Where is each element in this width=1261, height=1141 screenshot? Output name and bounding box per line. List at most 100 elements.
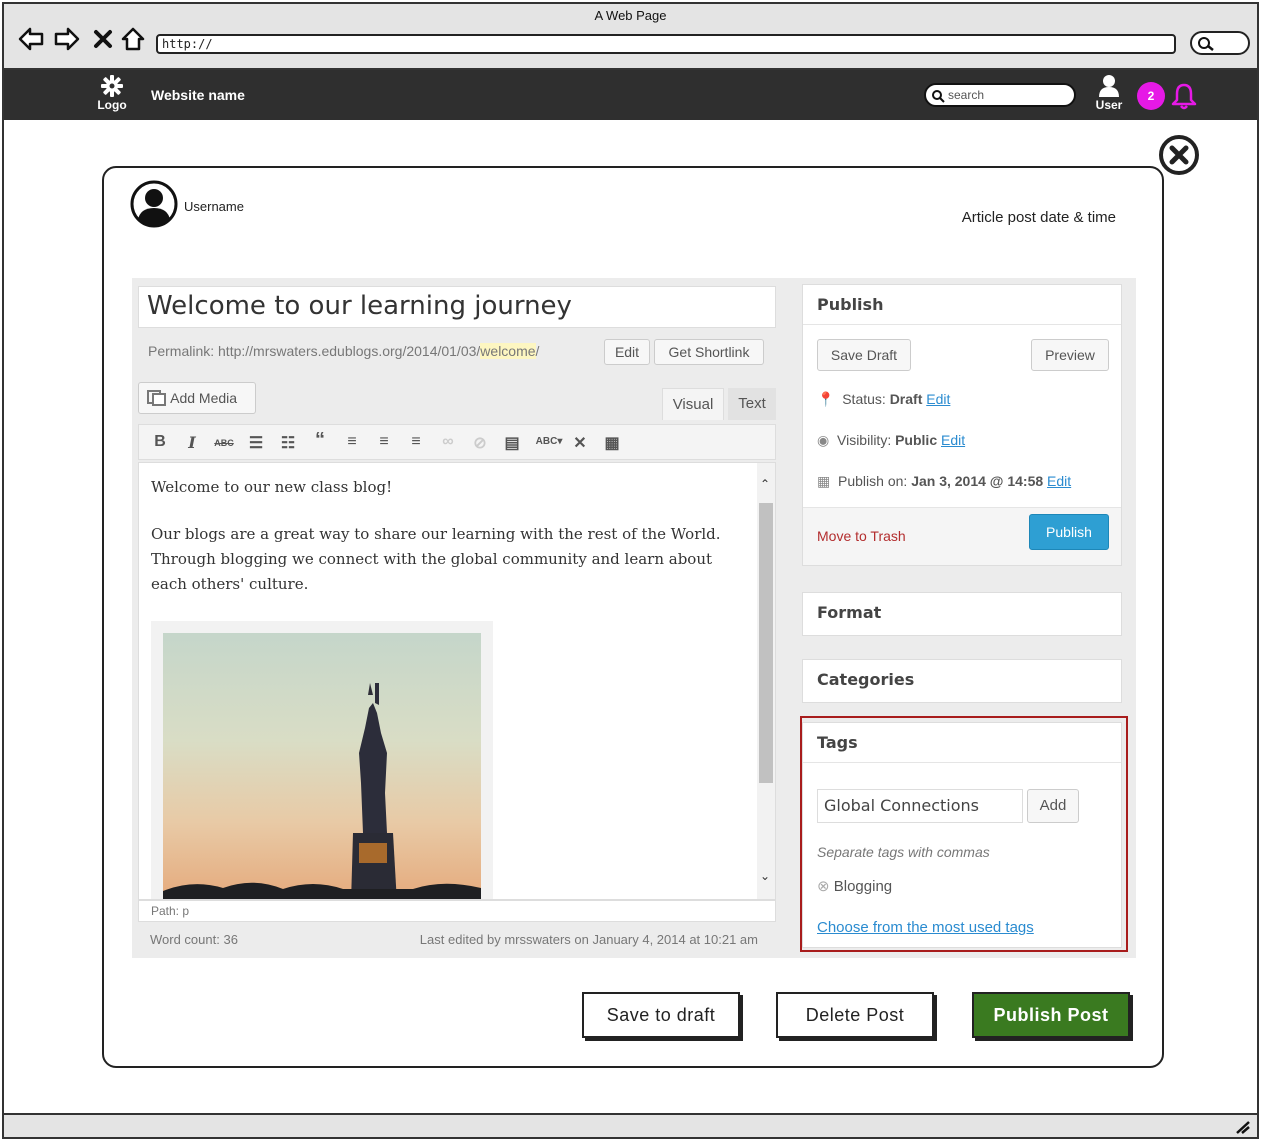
status-label: Status: [842, 391, 890, 407]
back-arrow-icon[interactable] [16, 24, 46, 54]
visibility-row: ◉ Visibility: Public Edit [817, 432, 965, 449]
visibility-value: Public [895, 432, 938, 448]
scrollbar-thumb[interactable] [759, 503, 773, 783]
search-icon [932, 90, 945, 103]
save-to-draft-button[interactable]: Save to draft [582, 992, 740, 1038]
permalink-slug[interactable]: welcome [480, 343, 536, 359]
search-icon [1198, 37, 1214, 51]
get-shortlink-button[interactable]: Get Shortlink [654, 339, 764, 365]
save-draft-button[interactable]: Save Draft [817, 339, 911, 371]
categories-header: Categories [817, 670, 915, 689]
stop-icon[interactable] [88, 24, 118, 54]
format-header: Format [817, 603, 882, 622]
status-row: 📍 Status: Draft Edit [817, 391, 950, 408]
unlink-icon[interactable]: ⊘ [469, 433, 491, 453]
publish-post-button[interactable]: Publish Post [972, 992, 1130, 1038]
kitchen-sink-icon[interactable]: ▦ [601, 433, 623, 453]
tags-highlight-box [800, 716, 1128, 952]
preview-button[interactable]: Preview [1031, 339, 1109, 371]
editor-toolbar: B I ABC ☰ ☷ “ ≡ ≡ ≡ ∞ ⊘ ▤ ABC▾ ✕ ▦ [138, 424, 776, 460]
editor-scrollbar[interactable]: ⌃ ⌄ [757, 463, 775, 899]
publish-box: Publish Save Draft Preview 📍 Status: Dra… [802, 284, 1122, 566]
link-icon[interactable]: ∞ [437, 433, 459, 451]
tab-text[interactable]: Text [728, 388, 776, 420]
edit-visibility-link[interactable]: Edit [941, 432, 965, 448]
move-to-trash-link[interactable]: Move to Trash [817, 528, 906, 544]
delete-post-button[interactable]: Delete Post [776, 992, 934, 1038]
user-menu[interactable]: User [1092, 74, 1126, 112]
editor-content[interactable]: Welcome to our new class blog! Our blogs… [138, 462, 776, 900]
post-date-label: Article post date & time [961, 209, 1116, 226]
edit-publish-date-link[interactable]: Edit [1047, 473, 1071, 489]
publish-on-label: Publish on: [838, 473, 912, 489]
editor-footer: Word count: 36 Last edited by mrsswaters… [138, 926, 776, 954]
scroll-up-icon[interactable]: ⌃ [760, 477, 770, 491]
visibility-label: Visibility: [837, 432, 896, 448]
align-center-icon[interactable]: ≡ [373, 433, 395, 451]
calendar-icon: ▦ [817, 473, 831, 489]
word-count: Word count: 36 [150, 932, 238, 947]
user-icon [1099, 75, 1119, 97]
close-icon[interactable] [1158, 134, 1200, 176]
edit-post-modal: Username Article post date & time Welcom… [102, 166, 1164, 1068]
forward-arrow-icon[interactable] [52, 24, 82, 54]
wordpress-editor-screenshot: Welcome to our learning journey Permalin… [132, 278, 1136, 958]
blockquote-icon[interactable]: “ [309, 429, 331, 452]
publish-on-row: ▦ Publish on: Jan 3, 2014 @ 14:58 Edit [817, 473, 1071, 490]
browser-search-field[interactable] [1190, 31, 1250, 55]
permalink-prefix: Permalink: http://mrswaters.edublogs.org… [148, 343, 481, 359]
site-header: Logo Website name search User 2 [4, 70, 1257, 120]
more-tag-icon[interactable]: ▤ [501, 433, 523, 453]
edit-permalink-button[interactable]: Edit [604, 339, 650, 365]
bell-icon[interactable] [1170, 82, 1198, 110]
categories-box[interactable]: Categories [802, 659, 1122, 703]
search-placeholder: search [948, 88, 985, 102]
statue-photo [163, 633, 481, 899]
permalink: Permalink: http://mrswaters.edublogs.org… [148, 343, 539, 359]
publish-header: Publish [803, 285, 1121, 325]
strikethrough-icon[interactable]: ABC [213, 438, 235, 448]
spellcheck-icon[interactable]: ABC▾ [533, 436, 565, 447]
publish-button[interactable]: Publish [1029, 514, 1109, 550]
url-input[interactable]: http:// [156, 34, 1176, 54]
notification-badge[interactable]: 2 [1137, 82, 1165, 110]
status-value: Draft [889, 391, 923, 407]
window-title: A Web Page [594, 8, 667, 23]
align-left-icon[interactable]: ≡ [341, 433, 363, 451]
editor-path: Path: p [138, 900, 776, 922]
site-name[interactable]: Website name [151, 87, 245, 103]
logo[interactable]: Logo [92, 74, 132, 112]
bullet-list-icon[interactable]: ☰ [245, 433, 267, 453]
resize-grip-icon[interactable] [1235, 1120, 1251, 1134]
logo-label: Logo [97, 98, 127, 112]
align-right-icon[interactable]: ≡ [405, 433, 427, 451]
tab-visual[interactable]: Visual [662, 388, 724, 420]
avatar [130, 180, 178, 228]
post-title-input[interactable]: Welcome to our learning journey [138, 286, 776, 328]
site-search-input[interactable]: search [924, 83, 1076, 107]
browser-chrome: A Web Page http:// [4, 4, 1257, 70]
editor-image[interactable] [151, 621, 493, 899]
pin-icon: 📍 [817, 391, 835, 407]
edit-status-link[interactable]: Edit [926, 391, 950, 407]
italic-icon[interactable]: I [181, 433, 203, 452]
editor-paragraph: Our blogs are a great way to share our l… [151, 525, 721, 593]
bold-icon[interactable]: B [149, 433, 171, 451]
add-media-label: Add Media [170, 390, 238, 406]
user-label: User [1095, 98, 1123, 112]
permalink-suffix: / [535, 343, 540, 359]
home-icon[interactable] [118, 24, 148, 54]
publish-on-value: Jan 3, 2014 @ 14:58 [911, 473, 1044, 489]
fullscreen-icon[interactable]: ✕ [569, 433, 591, 453]
statue-of-liberty-image [163, 683, 481, 899]
eye-icon: ◉ [817, 432, 830, 448]
format-box[interactable]: Format [802, 592, 1122, 636]
scroll-down-icon[interactable]: ⌄ [760, 869, 770, 883]
browser-status-bar [4, 1113, 1257, 1137]
add-media-button[interactable]: Add Media [138, 382, 256, 414]
numbered-list-icon[interactable]: ☷ [277, 433, 299, 453]
gear-icon [101, 75, 123, 97]
last-edited: Last edited by mrsswaters on January 4, … [419, 932, 758, 947]
publish-actions: Move to Trash Publish [803, 507, 1121, 565]
username: Username [184, 199, 244, 214]
